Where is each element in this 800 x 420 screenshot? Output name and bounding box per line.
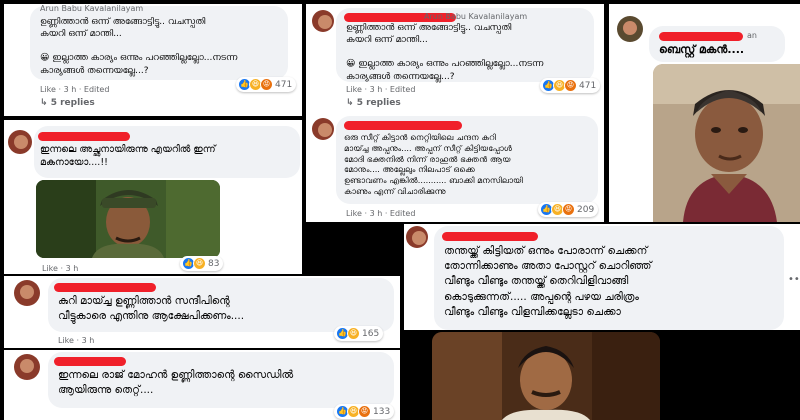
angry-reaction-icon: 😡	[358, 405, 371, 418]
redacted-name	[344, 121, 462, 130]
comment-panel-7: ഇന്നലെ രാജ് മോഹൻ ഉണ്ണിത്താന്റെ സൈഡിൽ ആയി…	[4, 350, 400, 420]
view-replies-link[interactable]: ↳ 5 replies	[40, 98, 95, 108]
comment-text: ഒരു സീറ്റ് കിട്ടാൻ നെറ്റിയിലെ ചന്ദന കുറി…	[344, 132, 523, 197]
comment-meta[interactable]: Like · 3 h · Edited	[40, 85, 109, 94]
comment-panel-2: Arun Babu Kavalanilayam ഉണ്ണിത്താൻ ഒന്ന്…	[306, 4, 604, 222]
meme-photo-woman[interactable]	[653, 64, 800, 222]
comment-bubble: Arun Babu Kavalanilayam ഉണ്ണിത്താൻ ഒന്ന്…	[30, 4, 288, 80]
redacted-name	[54, 357, 126, 366]
comment-text: കുറി മായ്ച്ച ഉണ്ണിത്താൻ സന്ദീപിന്റെ വീട്…	[58, 295, 245, 323]
reaction-summary[interactable]: 👍 😆 😡 133	[334, 404, 395, 419]
redacted-name	[659, 32, 743, 41]
reaction-summary[interactable]: 👍 😆 165	[334, 326, 384, 341]
commenter-name[interactable]: Arun Babu Kavalanilayam	[40, 4, 143, 13]
avatar[interactable]	[312, 10, 334, 32]
reply-arrow-icon: ↳	[40, 98, 51, 108]
comment-photo-panel	[432, 332, 660, 420]
avatar[interactable]	[14, 280, 40, 306]
avatar[interactable]	[14, 354, 40, 380]
meme-photo-officer[interactable]	[36, 180, 220, 258]
more-options-icon[interactable]: •••	[788, 274, 800, 285]
comment-text: തന്തയ്ക്ക് കിട്ടിയത് ഒന്നും പോരാന്ന് ചെക…	[444, 245, 652, 318]
avatar[interactable]	[8, 130, 32, 154]
reaction-count: 83	[208, 258, 220, 269]
comment-bubble: കുറി മായ്ച്ച ഉണ്ണിത്താൻ സന്ദീപിന്റെ വീട്…	[48, 278, 394, 332]
comment-text: ബെസ്റ്റ് മകൻ....	[659, 43, 745, 56]
comment-text: ഇന്നലെ രാജ് മോഹൻ ഉണ്ണിത്താന്റെ സൈഡിൽ ആയി…	[58, 369, 294, 397]
reaction-count: 471	[579, 80, 597, 91]
comment-bubble: ഇന്നലെ അച്ഛനായിരുന്നു എയറിൽ ഇന്ന് മകനായോ…	[34, 126, 300, 178]
haha-reaction-icon: 😆	[193, 257, 206, 270]
comment-meta[interactable]: Like · 3 h · Edited	[346, 209, 415, 218]
reaction-summary[interactable]: 👍 😆 😡 471	[236, 77, 297, 92]
comment-text: ഇന്നലെ അച്ഛനായിരുന്നു എയറിൽ ഇന്ന് മകനായോ…	[40, 144, 216, 168]
woman-illustration	[653, 64, 800, 222]
avatar[interactable]	[617, 16, 643, 42]
comment-panel-1: Arun Babu Kavalanilayam ഉണ്ണിത്താൻ ഒന്ന്…	[4, 4, 302, 116]
redacted-name	[54, 283, 156, 292]
comment-bubble: തന്തയ്ക്ക് കിട്ടിയത് ഒന്നും പോരാന്ന് ചെക…	[434, 226, 784, 330]
reaction-summary[interactable]: 👍 😆 83	[180, 256, 224, 271]
comment-text: ഉണ്ണിത്താൻ ഒന്ന് അങ്ങോട്ടിട്ടു.. വചസ്പതി…	[40, 17, 238, 76]
comment-text: ഉണ്ണിത്താൻ ഒന്ന് അങ്ങോട്ടിട്ടു.. വചസ്പതി…	[346, 23, 544, 82]
comment-bubble: ഇന്നലെ രാജ് മോഹൻ ഉണ്ണിത്താന്റെ സൈഡിൽ ആയി…	[48, 352, 394, 408]
reaction-count: 471	[275, 79, 293, 90]
reaction-count: 133	[373, 406, 391, 417]
man-illustration	[432, 332, 660, 420]
comment-panel-4: ഇന്നലെ അച്ഛനായിരുന്നു എയറിൽ ഇന്ന് മകനായോ…	[4, 120, 302, 274]
comment-bubble: an ബെസ്റ്റ് മകൻ....	[649, 26, 785, 62]
reaction-summary[interactable]: 👍 😆 😡 209	[538, 202, 599, 217]
comment-panel-3: an ബെസ്റ്റ് മകൻ....	[609, 4, 800, 222]
redacted-name	[38, 132, 130, 141]
comment-bubble: Arun Babu Kavalanilayam ഉണ്ണിത്താൻ ഒന്ന്…	[336, 8, 594, 82]
comment-meta[interactable]: Like · 3 h · Edited	[346, 85, 415, 94]
commenter-name-suffix[interactable]: an	[747, 31, 757, 40]
comment-meta[interactable]: Like · 3 h	[58, 336, 94, 345]
comment-panel-5: തന്തയ്ക്ക് കിട്ടിയത് ഒന്നും പോരാന്ന് ചെക…	[404, 224, 800, 330]
comment-meta[interactable]: Like · 3 h	[42, 264, 78, 273]
officer-illustration	[36, 180, 220, 258]
angry-reaction-icon: 😡	[564, 79, 577, 92]
angry-reaction-icon: 😡	[260, 78, 273, 91]
replies-label: 5 replies	[50, 98, 95, 108]
reply-arrow-icon: ↳	[346, 98, 357, 108]
redacted-name	[442, 232, 538, 241]
haha-reaction-icon: 😆	[347, 327, 360, 340]
avatar[interactable]	[312, 118, 334, 140]
avatar[interactable]	[406, 226, 428, 248]
comment-panel-6: കുറി മായ്ച്ച ഉണ്ണിത്താൻ സന്ദീപിന്റെ വീട്…	[4, 276, 400, 348]
commenter-name[interactable]: Arun Babu Kavalanilayam	[424, 12, 527, 21]
comment-bubble: ഒരു സീറ്റ് കിട്ടാൻ നെറ്റിയിലെ ചന്ദന കുറി…	[336, 116, 598, 204]
replies-label: 5 replies	[356, 98, 401, 108]
reaction-summary[interactable]: 👍 😆 😡 471	[540, 78, 601, 93]
reaction-count: 209	[577, 204, 595, 215]
view-replies-link[interactable]: ↳ 5 replies	[346, 98, 401, 108]
reaction-count: 165	[362, 328, 380, 339]
angry-reaction-icon: 😡	[562, 203, 575, 216]
